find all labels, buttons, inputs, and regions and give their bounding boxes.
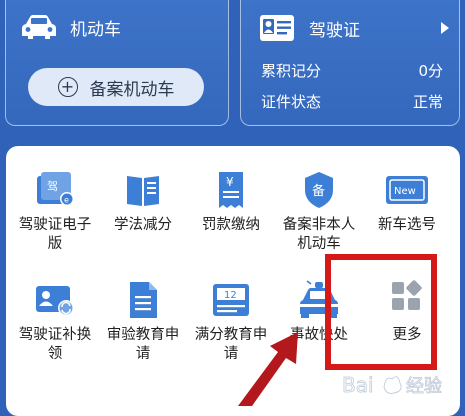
vehicle-card-title: 机动车 xyxy=(70,19,121,40)
points-value: 0分 xyxy=(418,62,443,80)
calendar-icon: 12 xyxy=(209,280,253,320)
points-row: 累积记分 0分 xyxy=(261,60,443,81)
service-audit-education[interactable]: 审验教育申请 xyxy=(100,280,186,364)
shield-char: 备 xyxy=(312,183,325,199)
service-new-plate[interactable]: New 新车选号 xyxy=(364,170,450,235)
service-pay-fine[interactable]: ¥ 罚款缴纳 xyxy=(188,170,274,235)
service-register-other-vehicle[interactable]: 备 备案非本人机动车 xyxy=(276,170,362,254)
service-label: 驾驶证电子版 xyxy=(18,217,92,252)
register-vehicle-button[interactable]: + 备案机动车 xyxy=(28,68,204,106)
license-card[interactable]: 驾驶证 累积记分 0分 证件状态 正常 xyxy=(240,0,460,126)
service-label: 罚款缴纳 xyxy=(202,217,260,233)
svg-text:Bai: Bai xyxy=(342,373,374,397)
status-value: 正常 xyxy=(412,93,443,111)
vehicle-card[interactable]: 机动车 + 备案机动车 xyxy=(5,0,229,126)
service-label: 学法减分 xyxy=(114,217,172,233)
calendar-number: 12 xyxy=(224,290,237,301)
status-label: 证件状态 xyxy=(261,93,322,111)
register-vehicle-label: 备案机动车 xyxy=(89,79,175,100)
book-icon xyxy=(121,170,165,210)
new-plate-icon: New xyxy=(385,170,429,210)
service-study-points[interactable]: 学法减分 xyxy=(100,170,186,235)
license-card-title: 驾驶证 xyxy=(309,20,360,41)
service-label: 新车选号 xyxy=(378,217,436,233)
service-label: 备案非本人机动车 xyxy=(282,217,356,252)
document-icon xyxy=(121,280,165,320)
watermark-logo: Bai 经验 xyxy=(342,373,443,398)
annotation-arrow-icon xyxy=(238,332,298,406)
annotation-highlight-box xyxy=(325,254,437,370)
vehicle-card-header: 机动车 xyxy=(20,14,121,40)
svg-text:e: e xyxy=(64,196,69,205)
service-e-license[interactable]: 驾 e 驾驶证电子版 xyxy=(12,170,98,254)
license-char: 驾 xyxy=(47,180,58,193)
car-icon xyxy=(22,15,56,39)
e-license-icon: 驾 e xyxy=(33,170,77,210)
service-label: 审验教育申请 xyxy=(106,327,180,362)
license-renew-icon xyxy=(33,280,77,320)
shield-icon: 备 xyxy=(297,170,341,210)
fine-symbol: ¥ xyxy=(226,175,234,189)
service-label: 驾驶证补换领 xyxy=(18,327,92,362)
new-plate-badge: New xyxy=(394,186,416,197)
license-card-header: 驾驶证 xyxy=(259,14,449,42)
chevron-right-icon[interactable] xyxy=(441,22,449,34)
id-card-icon xyxy=(260,15,294,41)
plus-icon: + xyxy=(57,77,78,97)
status-row: 证件状态 正常 xyxy=(261,91,443,112)
service-license-renew[interactable]: 驾驶证补换领 xyxy=(12,280,98,364)
svg-text:经验: 经验 xyxy=(406,376,442,397)
fine-receipt-icon: ¥ xyxy=(209,170,253,210)
points-label: 累积记分 xyxy=(261,62,322,80)
